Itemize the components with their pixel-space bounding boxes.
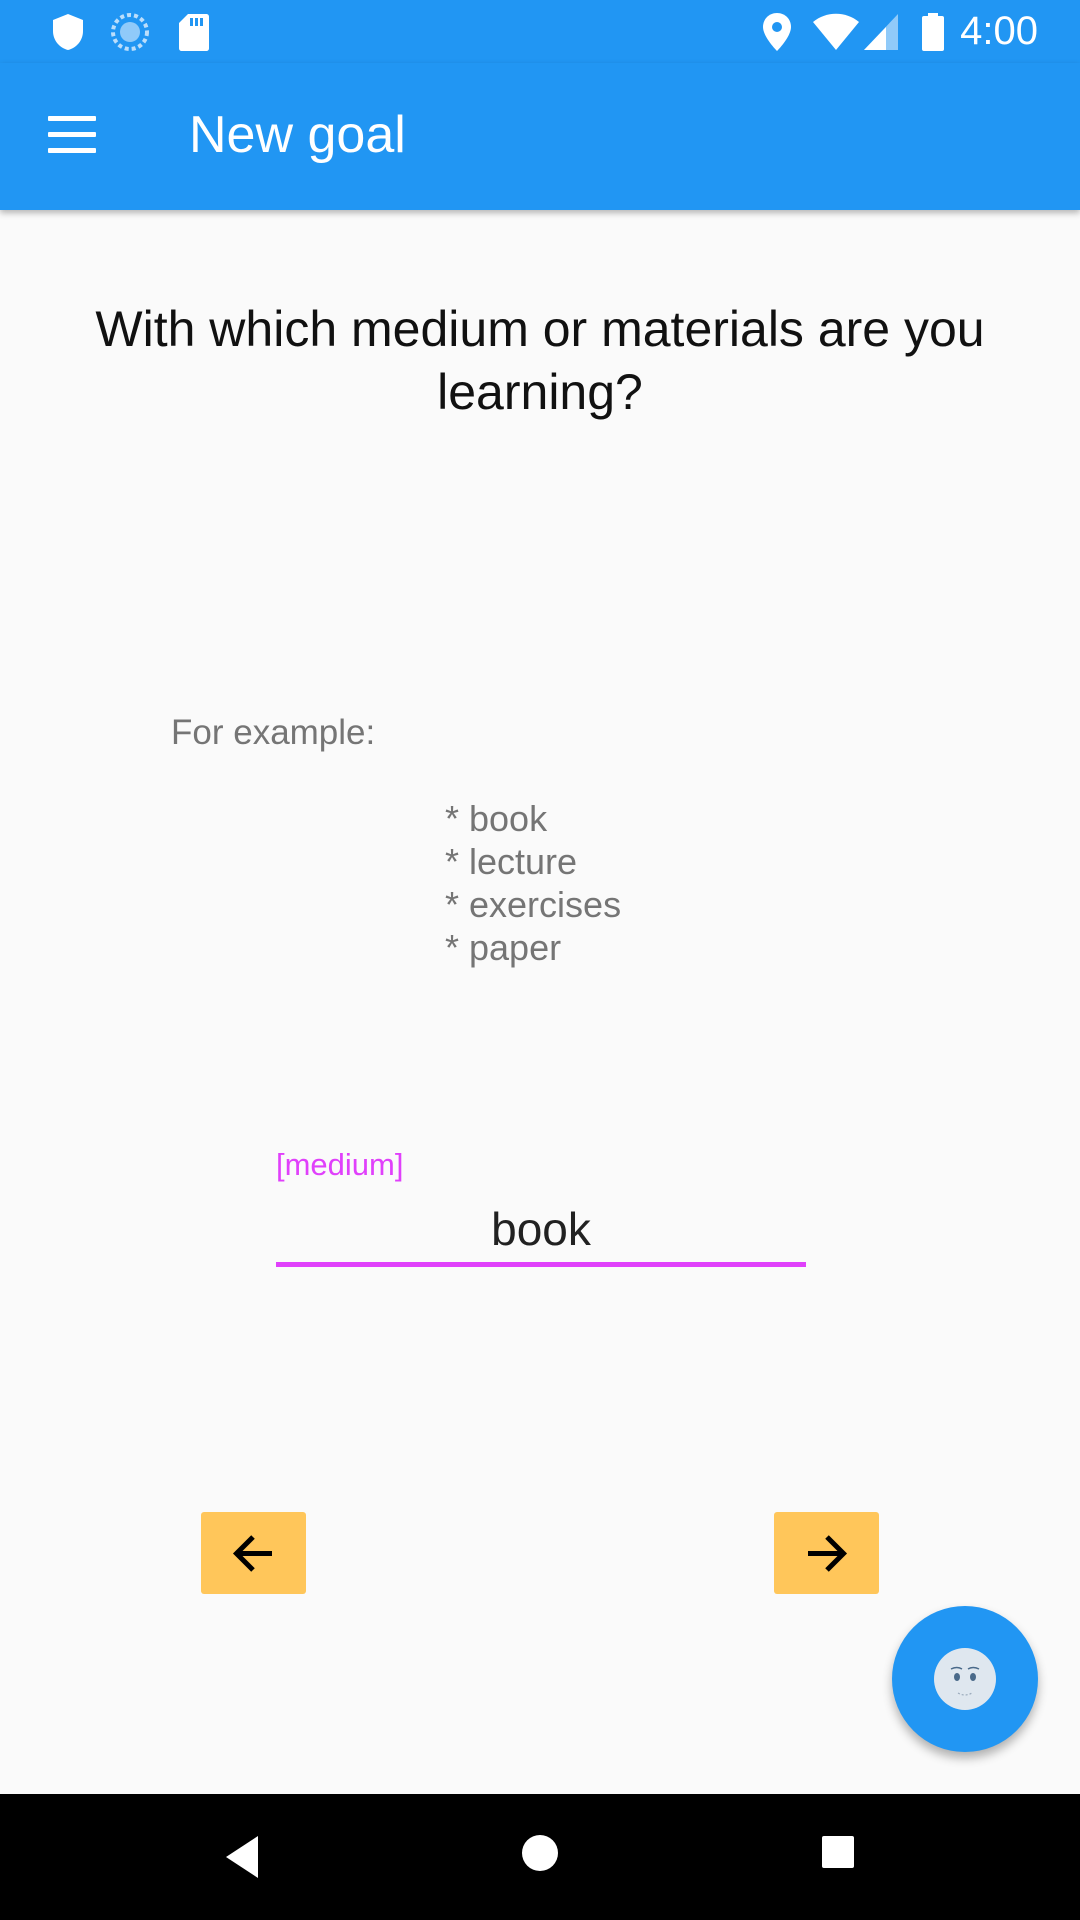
example-label: For example: [171, 713, 376, 752]
sync-icon [111, 13, 149, 51]
arrow-left-icon [232, 1535, 272, 1572]
shield-icon [53, 14, 83, 50]
example-item: * exercises [445, 884, 622, 925]
example-item: * paper [445, 927, 562, 968]
example-item: * book [445, 798, 548, 839]
next-button[interactable] [774, 1512, 879, 1594]
assistant-fab[interactable] [892, 1606, 1038, 1752]
previous-button[interactable] [201, 1512, 306, 1594]
assistant-face-icon [934, 1648, 996, 1710]
recents-icon[interactable] [820, 1834, 856, 1870]
medium-field-label: [medium] [276, 1147, 404, 1182]
status-bar: 4:00 [0, 0, 1080, 63]
menu-icon[interactable] [44, 113, 100, 159]
home-icon[interactable] [520, 1833, 560, 1873]
back-icon[interactable] [222, 1834, 262, 1880]
status-time: 4:00 [960, 9, 1038, 53]
wifi-icon [813, 13, 859, 50]
example-item: * lecture [445, 841, 578, 882]
app-bar: New goal [0, 63, 1080, 210]
system-nav-bar [0, 1794, 1080, 1920]
location-icon [763, 13, 791, 51]
signal-icon [864, 14, 898, 50]
battery-icon [922, 13, 944, 51]
sd-card-icon [179, 14, 209, 51]
question-text: With which medium or materials are you l… [95, 301, 985, 420]
arrow-right-icon [808, 1535, 848, 1572]
medium-input[interactable] [276, 1195, 806, 1267]
page-title: New goal [189, 106, 406, 164]
example-list: * book * lecture * exercises * paper [445, 797, 621, 969]
